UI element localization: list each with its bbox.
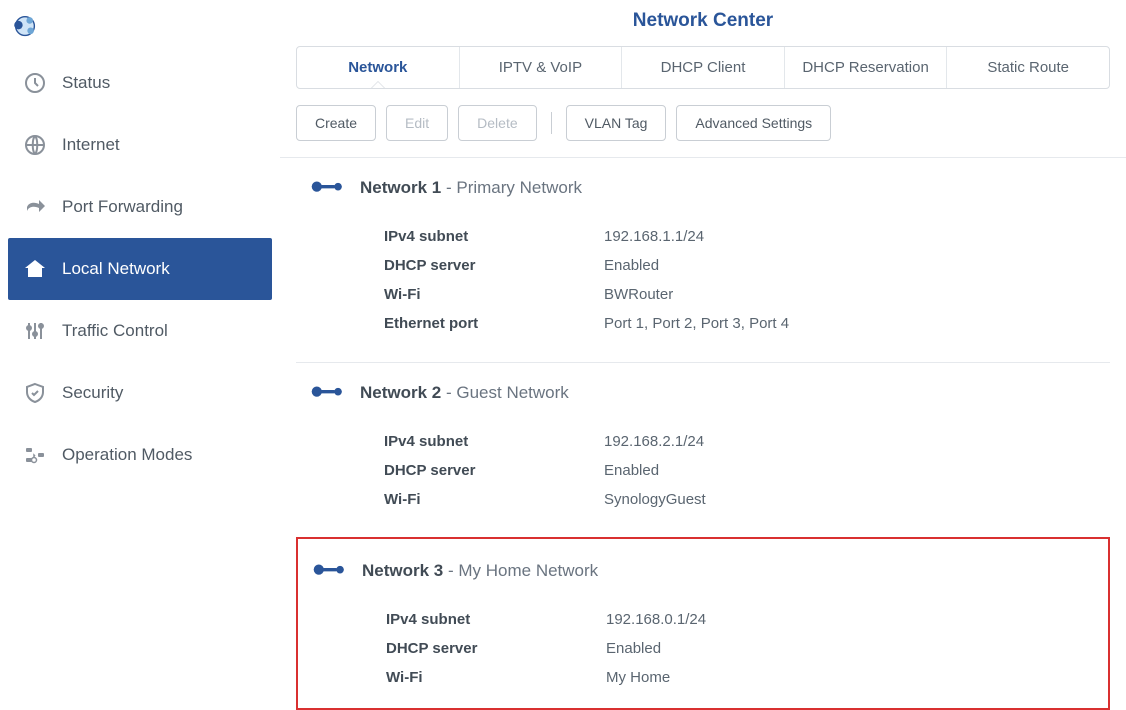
network-name: Network 1 xyxy=(360,178,441,197)
forward-icon xyxy=(22,194,48,220)
tab-strip: Network IPTV & VoIP DHCP Client DHCP Res… xyxy=(296,46,1110,89)
row-value: Enabled xyxy=(604,462,659,479)
edit-button[interactable]: Edit xyxy=(386,105,448,141)
network-name: Network 2 xyxy=(360,383,441,402)
modes-icon xyxy=(22,442,48,468)
sidebar-item-port-forwarding[interactable]: Port Forwarding xyxy=(8,176,272,238)
row-label: IPv4 subnet xyxy=(386,611,606,628)
network-header: Network 3 - My Home Network xyxy=(298,561,1108,581)
status-icon xyxy=(22,70,48,96)
key-icon xyxy=(312,562,346,580)
row-label: IPv4 subnet xyxy=(384,228,604,245)
network-row: IPv4 subnet192.168.1.1/24 xyxy=(384,222,1110,251)
network-row: DHCP serverEnabled xyxy=(384,456,1110,485)
row-label: IPv4 subnet xyxy=(384,433,604,450)
tab-static-route[interactable]: Static Route xyxy=(946,47,1109,88)
page-title: Network Center xyxy=(280,10,1126,32)
vlan-tag-button[interactable]: VLAN Tag xyxy=(566,105,667,141)
sidebar-item-label: Traffic Control xyxy=(62,321,168,341)
sidebar-item-security[interactable]: Security xyxy=(8,362,272,424)
tab-iptv-voip[interactable]: IPTV & VoIP xyxy=(459,47,622,88)
network-header: Network 2 - Guest Network xyxy=(296,383,1110,403)
row-label: Ethernet port xyxy=(384,315,604,332)
row-value: 192.168.2.1/24 xyxy=(604,433,704,450)
network-header: Network 1 - Primary Network xyxy=(296,178,1110,198)
row-label: Wi-Fi xyxy=(384,491,604,508)
row-value: BWRouter xyxy=(604,286,673,303)
sliders-icon xyxy=(22,318,48,344)
tab-dhcp-client[interactable]: DHCP Client xyxy=(621,47,784,88)
network-row: Wi-FiMy Home xyxy=(386,663,1108,692)
row-value: Port 1, Port 2, Port 3, Port 4 xyxy=(604,315,789,332)
sidebar-item-traffic-control[interactable]: Traffic Control xyxy=(8,300,272,362)
network-title: Network 2 - Guest Network xyxy=(360,383,569,403)
sidebar-item-label: Security xyxy=(62,383,123,403)
network-name: Network 3 xyxy=(362,561,443,580)
shield-icon xyxy=(22,380,48,406)
network-title: Network 1 - Primary Network xyxy=(360,178,582,198)
header: Network Center xyxy=(280,0,1126,46)
network-row: Wi-FiSynologyGuest xyxy=(384,485,1110,514)
toolbar: Create Edit Delete VLAN Tag Advanced Set… xyxy=(280,105,1126,158)
highlight-box: Network 3 - My Home Network IPv4 subnet19… xyxy=(296,537,1110,710)
sidebar-nav: Status Internet Port Forwarding Local Ne… xyxy=(0,52,280,486)
row-value: Enabled xyxy=(606,640,661,657)
network-desc: - My Home Network xyxy=(443,561,598,580)
network-desc: - Guest Network xyxy=(441,383,569,402)
key-icon xyxy=(310,384,344,402)
network-row: IPv4 subnet192.168.2.1/24 xyxy=(384,427,1110,456)
globe-icon xyxy=(22,132,48,158)
network-rows: IPv4 subnet192.168.1.1/24DHCP serverEnab… xyxy=(296,222,1110,338)
row-label: DHCP server xyxy=(384,462,604,479)
home-icon xyxy=(22,256,48,282)
row-value: 192.168.1.1/24 xyxy=(604,228,704,245)
row-value: 192.168.0.1/24 xyxy=(606,611,706,628)
main-panel: Network Center Network IPTV & VoIP DHCP … xyxy=(280,0,1126,710)
network-rows: IPv4 subnet192.168.0.1/24DHCP serverEnab… xyxy=(298,605,1108,692)
sidebar-item-label: Port Forwarding xyxy=(62,197,183,217)
sidebar: Status Internet Port Forwarding Local Ne… xyxy=(0,0,280,710)
sidebar-item-label: Local Network xyxy=(62,259,170,279)
tab-network[interactable]: Network xyxy=(297,47,459,88)
network-row: Ethernet portPort 1, Port 2, Port 3, Por… xyxy=(384,309,1110,338)
row-value: SynologyGuest xyxy=(604,491,706,508)
tab-dhcp-reservation[interactable]: DHCP Reservation xyxy=(784,47,947,88)
row-label: Wi-Fi xyxy=(386,669,606,686)
app-logo-icon xyxy=(0,6,280,52)
network-list: Network 1 - Primary NetworkIPv4 subnet19… xyxy=(280,158,1126,710)
sidebar-item-label: Internet xyxy=(62,135,120,155)
row-label: DHCP server xyxy=(384,257,604,274)
row-value: Enabled xyxy=(604,257,659,274)
sidebar-item-local-network[interactable]: Local Network xyxy=(8,238,272,300)
network-row: DHCP serverEnabled xyxy=(384,251,1110,280)
sidebar-item-operation-modes[interactable]: Operation Modes xyxy=(8,424,272,486)
network-block[interactable]: Network 1 - Primary Network IPv4 subnet19… xyxy=(296,158,1110,363)
row-value: My Home xyxy=(606,669,670,686)
sidebar-item-internet[interactable]: Internet xyxy=(8,114,272,176)
advanced-settings-button[interactable]: Advanced Settings xyxy=(676,105,831,141)
row-label: DHCP server xyxy=(386,640,606,657)
network-row: Wi-FiBWRouter xyxy=(384,280,1110,309)
network-title: Network 3 - My Home Network xyxy=(362,561,598,581)
sidebar-item-label: Status xyxy=(62,73,110,93)
create-button[interactable]: Create xyxy=(296,105,376,141)
network-desc: - Primary Network xyxy=(441,178,582,197)
network-block[interactable]: Network 3 - My Home Network IPv4 subnet19… xyxy=(298,539,1108,700)
sidebar-item-status[interactable]: Status xyxy=(8,52,272,114)
toolbar-divider xyxy=(551,112,552,134)
delete-button[interactable]: Delete xyxy=(458,105,536,141)
key-icon xyxy=(310,179,344,197)
sidebar-item-label: Operation Modes xyxy=(62,445,192,465)
network-block[interactable]: Network 2 - Guest Network IPv4 subnet192.… xyxy=(296,363,1110,539)
network-rows: IPv4 subnet192.168.2.1/24DHCP serverEnab… xyxy=(296,427,1110,514)
network-row: IPv4 subnet192.168.0.1/24 xyxy=(386,605,1108,634)
network-row: DHCP serverEnabled xyxy=(386,634,1108,663)
row-label: Wi-Fi xyxy=(384,286,604,303)
